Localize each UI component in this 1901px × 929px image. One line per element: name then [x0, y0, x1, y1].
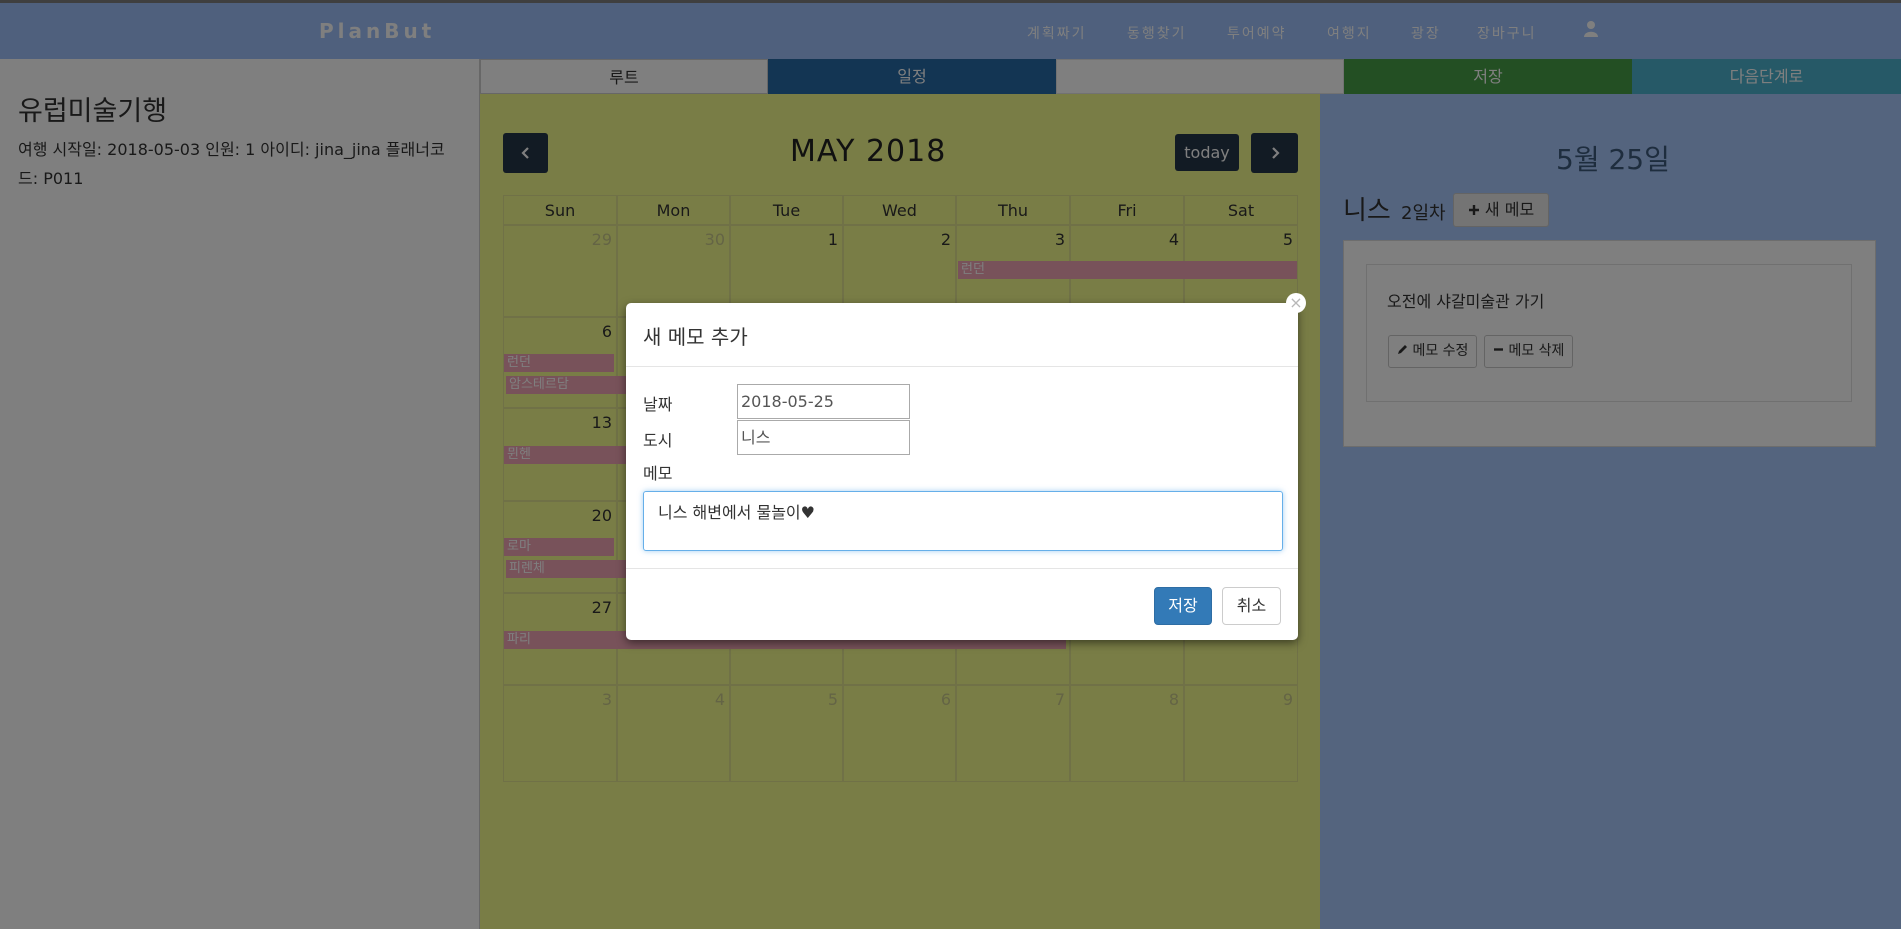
city-field[interactable]: 니스: [737, 420, 910, 455]
new-memo-modal: 새 메모 추가 날짜 2018-05-25 도시 니스 메모 니스 해변에서 물…: [626, 303, 1298, 640]
save-button[interactable]: 저장: [1154, 587, 1212, 625]
modal-title: 새 메모 추가: [643, 325, 748, 349]
date-field[interactable]: 2018-05-25: [737, 384, 910, 419]
date-label: 날짜: [643, 395, 673, 414]
cancel-button[interactable]: 취소: [1222, 587, 1281, 625]
memo-label: 메모: [643, 464, 673, 483]
city-label: 도시: [643, 431, 673, 450]
close-icon[interactable]: ×: [1286, 293, 1306, 313]
modal-divider: [626, 568, 1298, 569]
modal-divider: [626, 366, 1298, 367]
memo-textarea[interactable]: 니스 해변에서 물놀이♥: [643, 491, 1283, 551]
